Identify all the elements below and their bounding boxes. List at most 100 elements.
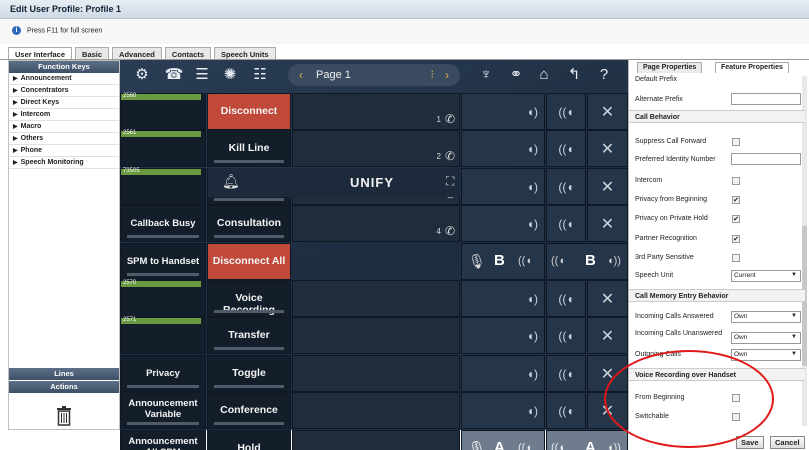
help-icon[interactable]: ? [594, 66, 614, 84]
function-key[interactable]: Kill Line [207, 130, 291, 167]
line-key-left[interactable]: Privacy [120, 355, 206, 392]
incoming-answered-select[interactable]: Own ▼ [731, 311, 801, 323]
close-icon[interactable]: ✕ [587, 355, 628, 392]
line-key-left[interactable]: 2571 [120, 317, 206, 354]
speaker-icon[interactable]: ((◖ [546, 280, 586, 317]
bell-icon[interactable]: 🔔︎ [222, 173, 240, 190]
function-key[interactable]: Disconnect All [207, 243, 291, 280]
speaker-icon[interactable]: ((◖ [546, 93, 586, 130]
group-icon[interactable]: ⚭ [506, 66, 526, 84]
sidebar-item-concentrators[interactable]: ▶ Concentrators [9, 85, 119, 97]
tab-contacts[interactable]: Contacts [164, 47, 211, 59]
line-appearance[interactable]: 4 ✆ [292, 205, 460, 242]
speaker-icon[interactable]: ((◖ [546, 205, 586, 242]
switchable-checkbox[interactable] [732, 413, 740, 421]
next-page-icon[interactable]: › [440, 64, 454, 86]
tab-user-interface[interactable]: User Interface [8, 47, 73, 59]
speaker-small-icon[interactable]: ◖) [461, 280, 545, 317]
expand-icon[interactable]: ⛶ [446, 174, 454, 189]
intercom-checkbox[interactable] [732, 177, 740, 185]
phone-settings-icon[interactable]: ☎ [164, 66, 184, 84]
handset-b-left[interactable]: 🎙︎ B ((◖ [461, 243, 545, 280]
outgoing-select[interactable]: Own ▼ [731, 349, 801, 361]
line-appearance[interactable]: 1 ✆ [292, 93, 460, 130]
settings-icon[interactable]: ⚙ [132, 66, 152, 84]
sidebar-item-phone[interactable]: ▶ Phone [9, 145, 119, 157]
alternate-prefix-input[interactable] [731, 93, 801, 105]
line-appearance[interactable] [292, 355, 460, 392]
third-party-checkbox[interactable] [732, 254, 740, 262]
function-key[interactable]: Transfer [207, 317, 291, 354]
handset-b-right[interactable]: ((◖ B ◖)) [546, 243, 628, 280]
line-key-left[interactable]: 2560 [120, 93, 206, 130]
from-beginning-checkbox[interactable] [732, 394, 740, 402]
speech-unit-select[interactable]: Current ▼ [731, 270, 801, 282]
partner-recognition-checkbox[interactable]: ✔ [732, 235, 740, 243]
speaker-small-icon[interactable]: ◖) [461, 93, 545, 130]
speaker-small-icon[interactable]: ◖) [461, 168, 545, 205]
line-key-left[interactable]: 73505 [120, 168, 206, 205]
line-key-left[interactable]: Announcement Variable [120, 392, 206, 429]
privacy-beginning-checkbox[interactable]: ✔ [732, 196, 740, 204]
speaker-icon[interactable]: ((◖ [546, 130, 586, 167]
line-key-left[interactable]: SPM to Handset [120, 243, 206, 280]
tab-page-properties[interactable]: Page Properties [637, 62, 703, 73]
line-appearance[interactable]: 2 ✆ [292, 130, 460, 167]
close-icon[interactable]: ✕ [587, 317, 628, 354]
lines-section[interactable]: Lines [9, 368, 119, 380]
speaker-small-icon[interactable]: ◖) [461, 392, 545, 429]
tab-speech-units[interactable]: Speech Units [214, 47, 276, 59]
speaker-icon[interactable]: ((◖ [546, 355, 586, 392]
close-icon[interactable]: ✕ [587, 205, 628, 242]
handset-a-right[interactable]: ((◖ A ◖)) [546, 430, 628, 450]
save-button[interactable]: Save [736, 436, 764, 449]
sidebar-item-macro[interactable]: ▶ Macro [9, 121, 119, 133]
antenna-icon[interactable]: ♆ [476, 66, 496, 84]
speaker-icon[interactable]: ((◖ [546, 392, 586, 429]
speaker-small-icon[interactable]: ◖) [461, 205, 545, 242]
tab-feature-properties[interactable]: Feature Properties [715, 62, 789, 73]
speaker-small-icon[interactable]: ◖) [461, 317, 545, 354]
close-icon[interactable]: ✕ [587, 280, 628, 317]
preferred-identity-input[interactable] [731, 153, 801, 165]
home-icon[interactable]: ⌂ [534, 66, 554, 84]
speaker-icon[interactable]: ((◖ [546, 317, 586, 354]
close-icon[interactable]: ✕ [587, 130, 628, 167]
line-key-left[interactable]: 2570 [120, 280, 206, 317]
function-key[interactable]: Consultation [207, 205, 291, 242]
close-icon[interactable]: ✕ [587, 93, 628, 130]
speaker-small-icon[interactable]: ◖) [461, 355, 545, 392]
list-icon[interactable]: ☰ [192, 66, 212, 84]
privacy-private-hold-checkbox[interactable]: ✔ [732, 215, 740, 223]
cancel-button[interactable]: Cancel [770, 436, 805, 449]
line-key-left[interactable]: 2561 [120, 130, 206, 167]
sidebar-item-others[interactable]: ▶ Others [9, 133, 119, 145]
close-icon[interactable]: ✕ [587, 168, 628, 205]
sidebar-item-direct-keys[interactable]: ▶ Direct Keys [9, 97, 119, 109]
function-key[interactable]: Disconnect [207, 93, 291, 130]
trash-icon[interactable] [56, 406, 72, 426]
brightness-icon[interactable]: ✺ [220, 66, 240, 84]
prev-page-icon[interactable]: ‹ [294, 64, 308, 86]
line-appearance[interactable] [292, 430, 460, 450]
suppress-call-forward-checkbox[interactable] [732, 138, 740, 146]
function-key[interactable]: Conference [207, 392, 291, 429]
sidebar-item-speech-monitoring[interactable]: ▶ Speech Monitoring [9, 157, 119, 169]
tab-basic[interactable]: Basic [75, 47, 110, 59]
incoming-unanswered-select[interactable]: Own ▼ [731, 332, 801, 344]
handset-a-left[interactable]: 🎙︎ A ((◖ [461, 430, 545, 450]
sidebar-item-intercom[interactable]: ▶ Intercom [9, 109, 119, 121]
sidebar-item-announcement[interactable]: ▶ Announcement [9, 73, 119, 85]
line-key-left[interactable]: Callback Busy [120, 205, 206, 242]
tab-advanced[interactable]: Advanced [112, 47, 162, 59]
keypad-icon[interactable]: ☷ [250, 66, 270, 84]
line-appearance[interactable] [292, 392, 460, 429]
speaker-small-icon[interactable]: ◖) [461, 130, 545, 167]
function-key[interactable]: Hold [207, 430, 291, 450]
back-icon[interactable]: ↰ [564, 66, 584, 84]
speaker-icon[interactable]: ((◖ [546, 168, 586, 205]
actions-section[interactable]: Actions [9, 381, 119, 393]
line-appearance[interactable] [292, 317, 460, 354]
line-appearance[interactable] [292, 280, 460, 317]
function-key[interactable]: Toggle [207, 355, 291, 392]
